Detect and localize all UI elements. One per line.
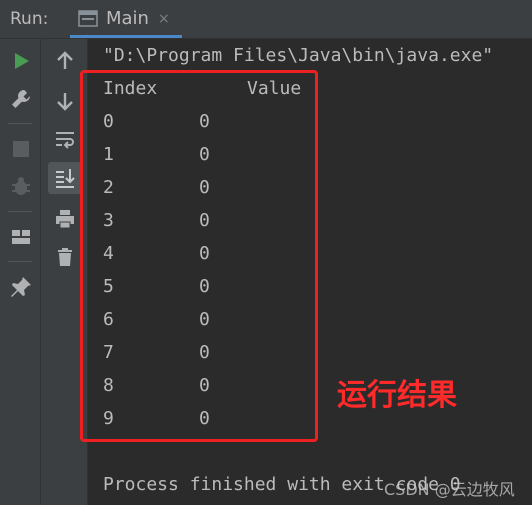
wrench-icon[interactable]: [9, 87, 33, 111]
run-tool-window-header: Run: Main ×: [0, 0, 532, 39]
debug-bug-icon[interactable]: [9, 175, 33, 199]
stop-icon[interactable]: [9, 137, 33, 161]
arrow-up-icon[interactable]: [53, 49, 77, 73]
layout-icon[interactable]: [9, 225, 33, 249]
highlight-box: [80, 70, 318, 442]
tab-main[interactable]: Main ×: [70, 0, 182, 38]
scroll-to-end-icon: [53, 166, 77, 190]
soft-wrap-icon[interactable]: [53, 127, 77, 151]
scroll-to-end-toggle[interactable]: [48, 162, 82, 194]
trash-icon[interactable]: [53, 245, 77, 269]
toolbar-divider: [8, 261, 32, 262]
run-label: Run:: [10, 9, 49, 29]
print-icon[interactable]: [53, 207, 77, 231]
toolbar-divider: [8, 123, 32, 124]
run-toolbar-primary: [0, 39, 41, 505]
arrow-down-icon[interactable]: [53, 89, 77, 113]
close-icon[interactable]: ×: [158, 11, 170, 27]
watermark: CSDN @云边牧风: [384, 480, 515, 499]
run-config-icon: [78, 10, 98, 27]
run-command-line: "D:\Program Files\Java\bin\java.exe": [103, 45, 494, 66]
rerun-icon[interactable]: [9, 49, 33, 73]
tab-label: Main: [106, 8, 149, 29]
annotation-label: 运行结果: [337, 378, 457, 413]
pin-icon[interactable]: [9, 275, 33, 299]
toolbar-divider: [8, 211, 32, 212]
